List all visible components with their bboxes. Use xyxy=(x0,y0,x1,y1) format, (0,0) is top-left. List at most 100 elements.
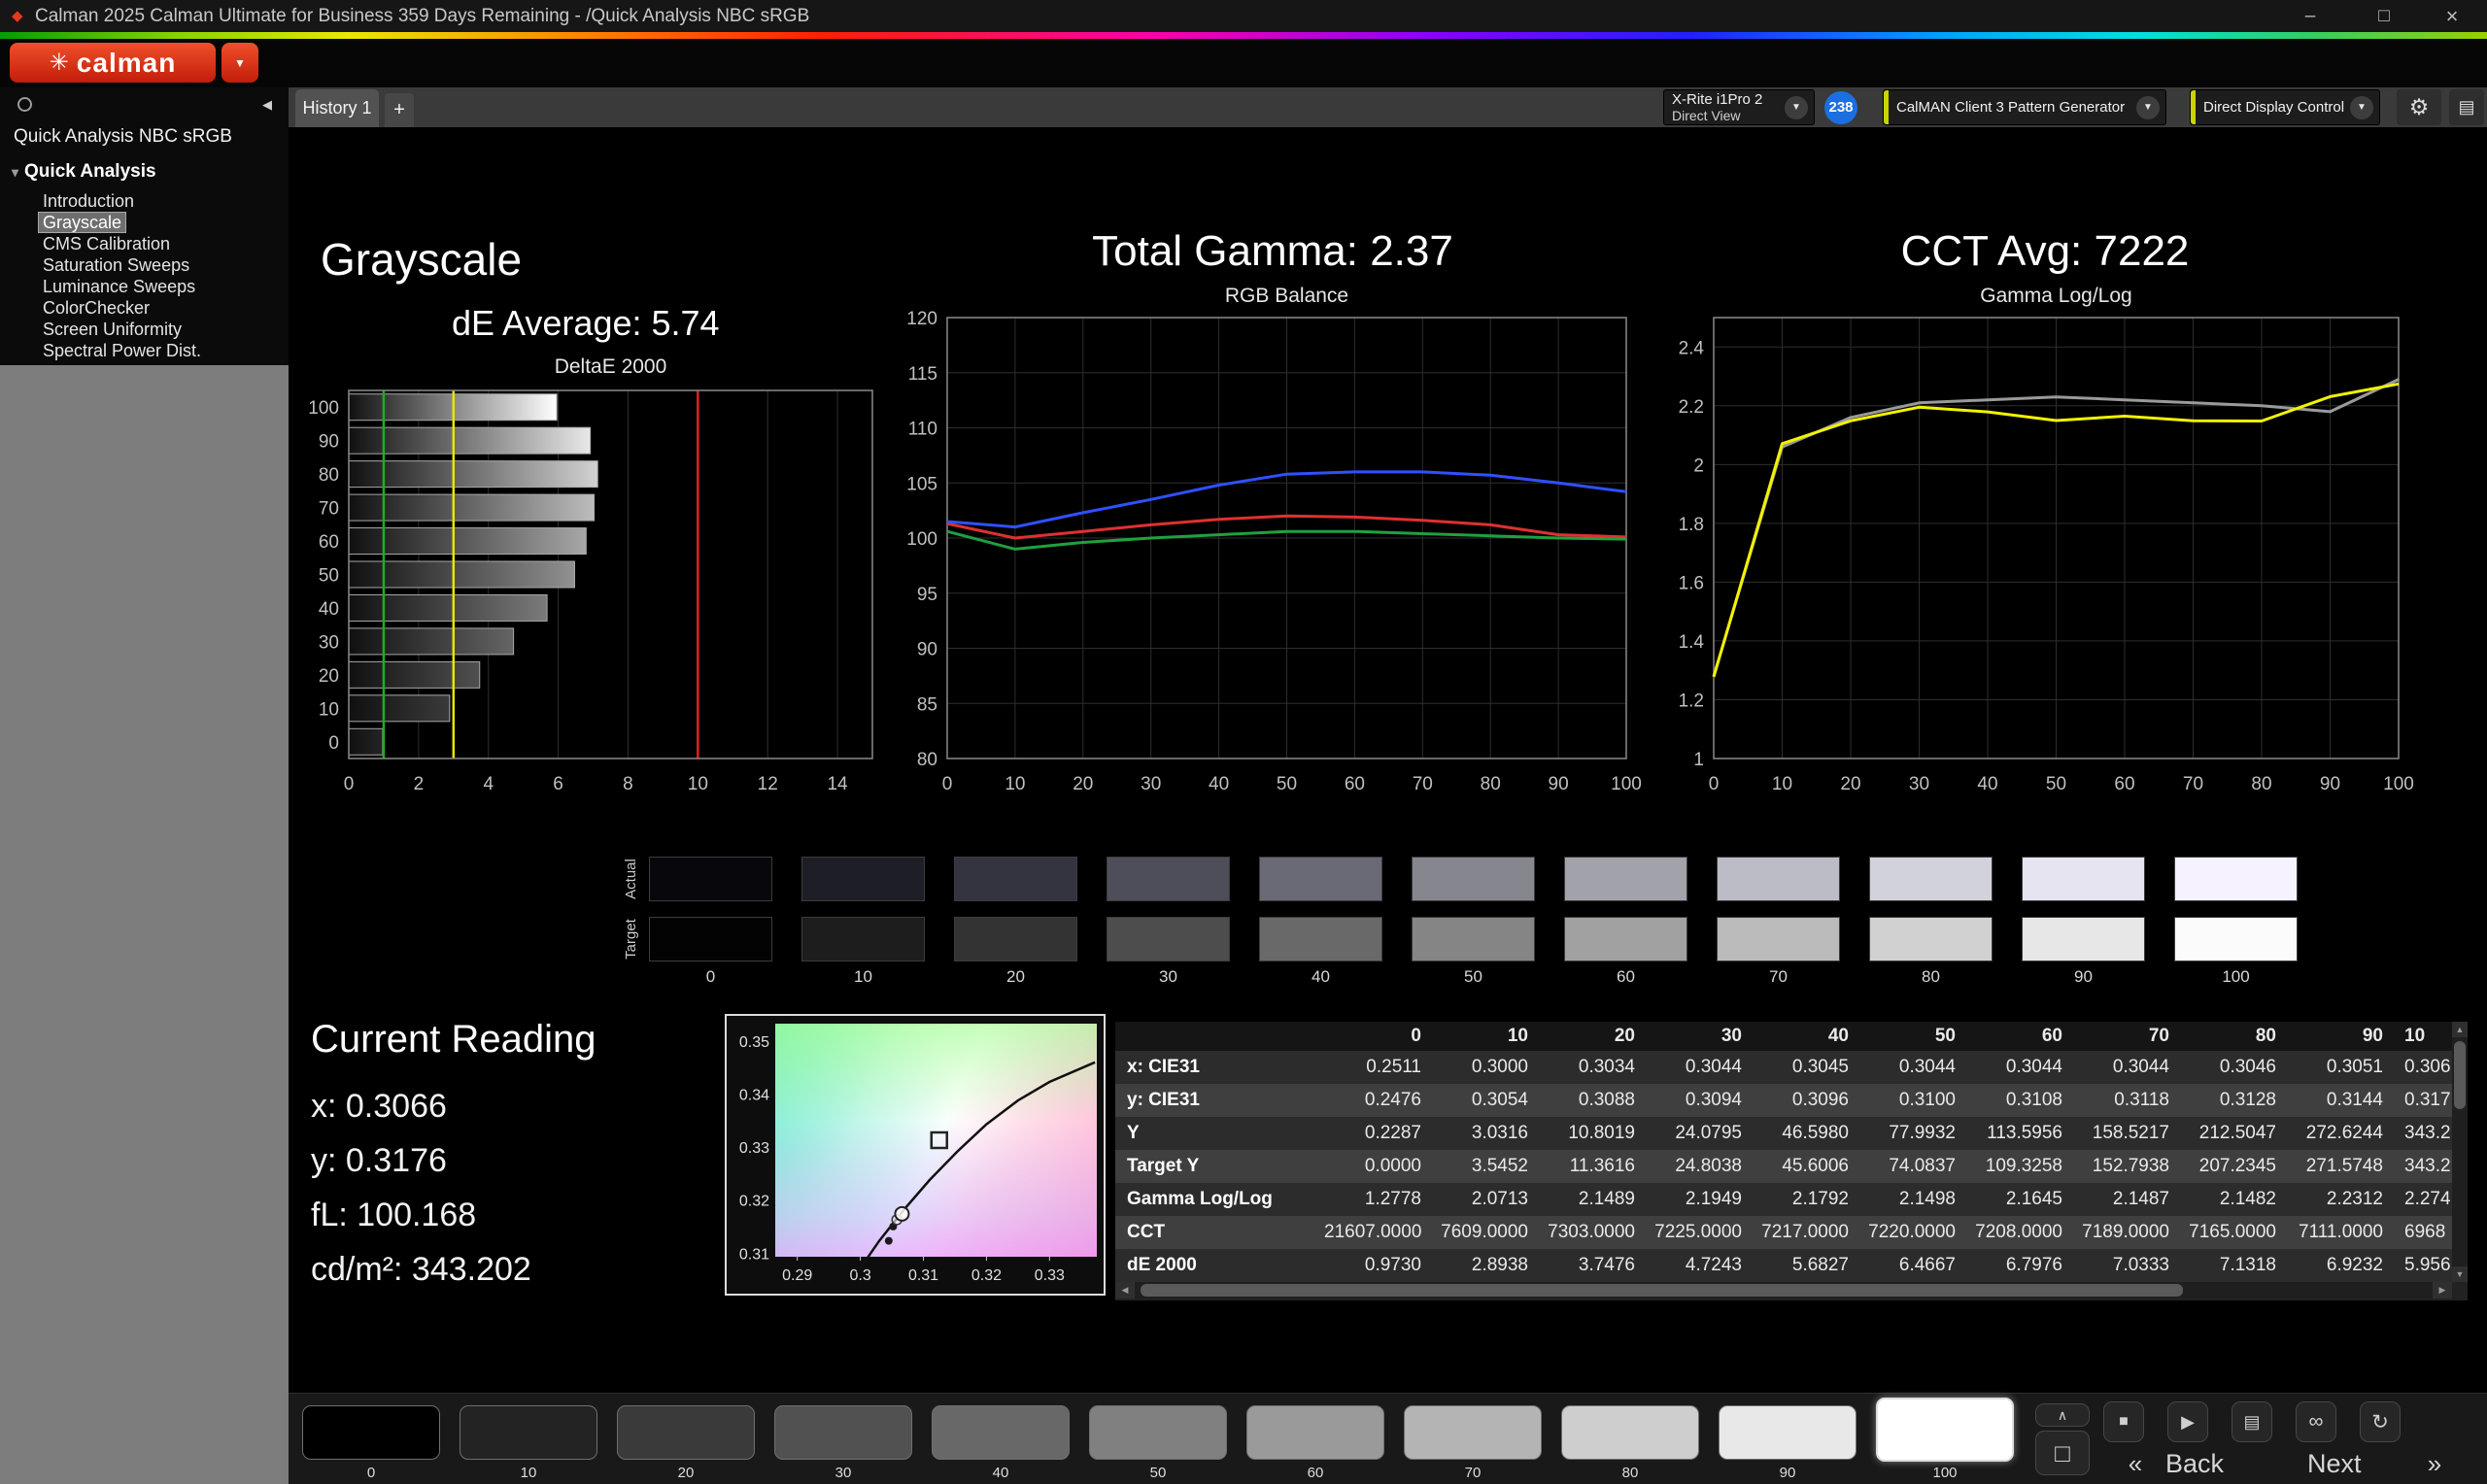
logo-text: calman xyxy=(77,48,177,79)
infinity-icon: ∞ xyxy=(2309,1410,2324,1433)
scroll-left-button[interactable]: ◀ xyxy=(1115,1282,1135,1298)
next-button[interactable]: Next xyxy=(2307,1448,2362,1479)
target-swatch-90 xyxy=(2022,917,2145,961)
table-cell: 2.8938 xyxy=(1431,1249,1538,1282)
sidebar-item-luminance-sweeps[interactable]: Luminance Sweeps xyxy=(0,276,289,297)
pattern-generator-dropdown[interactable]: CalMAN Client 3 Pattern Generator ▼ xyxy=(1883,89,2166,125)
tab-history[interactable]: History 1 xyxy=(295,89,379,127)
table-vscrollbar[interactable]: ▲ ▼ xyxy=(2452,1022,2468,1282)
level-patch-30[interactable] xyxy=(774,1405,912,1460)
actual-swatch-90 xyxy=(2022,857,2145,901)
level-patch-60[interactable] xyxy=(1246,1405,1384,1460)
svg-text:40: 40 xyxy=(319,599,339,620)
sidebar-root-label: Quick Analysis xyxy=(24,161,156,182)
logo-band: ✳ calman ▼ xyxy=(0,39,2487,87)
back-chevron-button[interactable]: « xyxy=(2115,1448,2156,1479)
sidebar-item-spectral-power-dist[interactable]: Spectral Power Dist. xyxy=(0,340,289,361)
reading-count-badge[interactable]: 238 xyxy=(1824,91,1857,124)
level-patch-90[interactable] xyxy=(1719,1405,1857,1460)
table-cell: 109.3258 xyxy=(1965,1150,2072,1183)
target-swatch-10 xyxy=(801,917,925,961)
target-swatch-100 xyxy=(2174,917,2298,961)
stack-square-button[interactable]: □ xyxy=(2035,1431,2090,1475)
sidebar-collapse-button[interactable]: ◀ xyxy=(255,92,280,118)
save-button[interactable]: ▤ xyxy=(2231,1401,2272,1442)
sidebar-item-saturation-sweeps[interactable]: Saturation Sweeps xyxy=(0,254,289,276)
display-control-dropdown[interactable]: Direct Display Control ▼ xyxy=(2190,89,2380,125)
vscroll-thumb[interactable] xyxy=(2454,1041,2466,1109)
scroll-down-button[interactable]: ▼ xyxy=(2452,1266,2468,1282)
table-cell: 0.3044 xyxy=(1645,1051,1752,1084)
tab-add[interactable]: + xyxy=(385,93,414,127)
settings-button[interactable]: ⚙ xyxy=(2397,89,2441,125)
level-patch-70[interactable] xyxy=(1404,1405,1542,1460)
table-hscrollbar[interactable]: ◀ ▶ xyxy=(1115,1282,2452,1298)
stop-button[interactable]: ■ xyxy=(2103,1401,2144,1442)
sidebar-item-label: Screen Uniformity xyxy=(39,320,186,339)
sidebar-item-screen-uniformity[interactable]: Screen Uniformity xyxy=(0,319,289,340)
sidebar-item-colorchecker[interactable]: ColorChecker xyxy=(0,297,289,319)
panel-button[interactable]: ▤ xyxy=(2449,89,2484,125)
level-patch-100[interactable] xyxy=(1876,1398,2014,1462)
play-button[interactable]: ▶ xyxy=(2167,1401,2208,1442)
sidebar-pin-button[interactable] xyxy=(17,97,32,112)
refresh-button[interactable]: ↻ xyxy=(2360,1401,2401,1442)
svg-text:95: 95 xyxy=(917,585,937,605)
pattern-dropdown-arrow[interactable]: ▼ xyxy=(2136,96,2160,119)
calman-logo[interactable]: ✳ calman xyxy=(10,43,216,83)
sidebar-item-grayscale[interactable]: Grayscale xyxy=(0,212,289,233)
current-reading: Current Reading x: 0.3066 y: 0.3176 fL: … xyxy=(311,1018,596,1297)
level-patch-label: 90 xyxy=(1719,1465,1857,1481)
level-patch-20[interactable] xyxy=(617,1405,755,1460)
svg-text:50: 50 xyxy=(1277,774,1297,794)
table-cell: 7208.0000 xyxy=(1965,1216,2072,1249)
infinity-button[interactable]: ∞ xyxy=(2296,1401,2336,1442)
scroll-up-button[interactable]: ▲ xyxy=(2452,1022,2468,1037)
minimize-button[interactable]: – xyxy=(2285,0,2335,32)
table-cell: 46.5980 xyxy=(1752,1117,1858,1150)
back-button[interactable]: Back xyxy=(2165,1448,2224,1479)
sidebar-title: Quick Analysis NBC sRGB xyxy=(14,126,232,148)
table-cell: 74.0837 xyxy=(1858,1150,1965,1183)
stack-up-button[interactable]: ∧ xyxy=(2035,1403,2090,1427)
sidebar-root-item[interactable]: ▾Quick Analysis xyxy=(12,161,156,183)
table-cell: 158.5217 xyxy=(2072,1117,2179,1150)
hscroll-thumb[interactable] xyxy=(1141,1284,2183,1297)
grayscale-table: 010203040506070809010x: CIE310.25110.300… xyxy=(1115,1022,2468,1300)
table-cell: 21607.0000 xyxy=(1324,1216,1431,1249)
scroll-right-button[interactable]: ▶ xyxy=(2433,1282,2452,1298)
level-patch-50[interactable] xyxy=(1089,1405,1227,1460)
table-cell: 11.3616 xyxy=(1538,1150,1645,1183)
swatch-level-label: 50 xyxy=(1412,967,1535,987)
table-col-header: 10 xyxy=(2393,1022,2461,1051)
svg-text:1.6: 1.6 xyxy=(1679,573,1704,593)
swatch-level-label: 0 xyxy=(649,967,772,987)
swatch-level-label: 30 xyxy=(1107,967,1230,987)
table-cell: 24.8038 xyxy=(1645,1150,1752,1183)
svg-text:120: 120 xyxy=(906,309,937,329)
table-cell: 6.4667 xyxy=(1858,1249,1965,1282)
svg-text:RGB Balance: RGB Balance xyxy=(1225,285,1348,307)
svg-text:70: 70 xyxy=(2183,774,2203,794)
level-patch-0[interactable] xyxy=(302,1405,440,1460)
table-cell: 0.3044 xyxy=(2072,1051,2179,1084)
table-col-header: 40 xyxy=(1752,1022,1858,1051)
close-button[interactable]: × xyxy=(2425,0,2479,32)
sidebar-item-introduction[interactable]: Introduction xyxy=(0,190,289,212)
next-chevron-button[interactable]: » xyxy=(2414,1448,2455,1479)
display-dropdown-arrow[interactable]: ▼ xyxy=(2350,96,2373,119)
table-col-header: 80 xyxy=(2179,1022,2286,1051)
maximize-button[interactable]: □ xyxy=(2359,0,2409,32)
logo-dropdown-button[interactable]: ▼ xyxy=(221,43,258,83)
table-body: 010203040506070809010x: CIE310.25110.300… xyxy=(1115,1022,2468,1282)
meter-dropdown[interactable]: X-Rite i1Pro 2 Direct View ▼ xyxy=(1663,89,1815,125)
level-patch-40[interactable] xyxy=(932,1405,1070,1460)
svg-text:20: 20 xyxy=(319,666,339,687)
meter-dropdown-arrow[interactable]: ▼ xyxy=(1785,96,1808,119)
level-patch-80[interactable] xyxy=(1561,1405,1699,1460)
row-label: Target Y xyxy=(1115,1150,1324,1183)
current-reading-title: Current Reading xyxy=(311,1018,596,1062)
sidebar-item-cms-calibration[interactable]: CMS Calibration xyxy=(0,233,289,254)
level-patch-10[interactable] xyxy=(460,1405,597,1460)
table-row: y: CIE310.24760.30540.30880.30940.30960.… xyxy=(1115,1084,2468,1117)
